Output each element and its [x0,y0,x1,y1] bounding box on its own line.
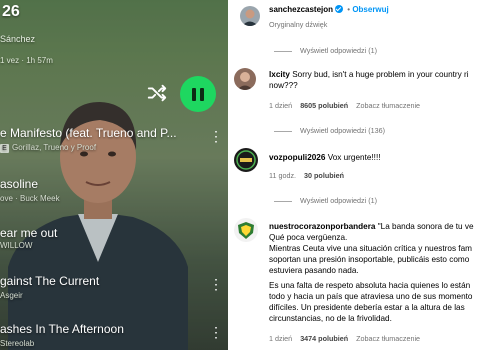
explicit-badge: E [0,144,9,153]
author-username[interactable]: sanchezcastejon [269,5,333,14]
comment-text-line: circunstancias, no de la frivolidad. [269,314,392,323]
track-title: gainst The Current [0,274,100,288]
author-avatar-image [240,6,260,26]
more-options-icon[interactable]: ⋮ [209,128,223,145]
playlist-meta: 1 vez · 1h 57m [0,56,53,65]
view-replies-link[interactable]: Wyświetl odpowiedzi (136) [274,126,385,135]
comment-time: 1 dzień [269,334,293,343]
separator: • [347,5,351,14]
audio-label[interactable]: Oryginalny dźwięk [269,20,327,29]
comment-text-line: Mientras Ceuta vive una situación crític… [269,244,472,253]
video-player[interactable]: 26 Sánchez 1 vez · 1h 57m e Manifesto (f… [0,0,228,350]
comment-text-line: Es una falta de respeto absoluta hacia q… [269,281,471,290]
more-options-icon[interactable]: ⋮ [209,276,223,293]
track-artist: Stereolab [0,339,35,348]
comment-text: nuestrocorazonporbandera "La banda sonor… [269,222,474,231]
follow-button[interactable]: Obserwuj [352,5,388,14]
track-title: asoline [0,177,39,191]
comment-meta: 11 godz. 30 polubień [269,171,344,180]
artist-name: Sánchez [0,34,36,44]
comment-text-line: estuviera pasando nada. [269,266,359,275]
comment-text-line: difíciles. Un presidente debería estar a… [269,303,465,312]
track-title: ear me out [0,226,58,240]
verified-badge-icon [335,5,344,13]
commenter-avatar[interactable] [234,68,256,90]
comment-meta: 1 dzień 8605 polubień Zobacz tłumaczenie [269,101,420,110]
commenter-avatar[interactable] [234,148,258,172]
see-translation-link[interactable]: Zobacz tłumaczenie [356,334,420,343]
video-overlay [0,0,228,350]
comment-likes[interactable]: 3474 polubień [300,334,348,343]
commenter-avatar-image [234,68,256,90]
track-title: e Manifesto (feat. Trueno and P... [0,126,177,140]
track-artist: Gorillaz, Trueno y Proof [12,143,97,152]
commenter-username[interactable]: vozpopuli2026 [269,153,325,162]
comment-text: lxcity Sorry bud, isn't a huge problem i… [269,70,469,79]
comment-time: 1 dzień [269,101,293,110]
shuffle-icon[interactable] [146,82,168,104]
comment-likes[interactable]: 8605 polubień [300,101,348,110]
comments-panel: sanchezcastejon • Obserwuj Oryginalny dź… [228,0,500,350]
commenter-avatar-image [234,218,258,242]
comment-text-line: Qué poca vergüenza. [269,233,348,242]
track-artist: ove · Buck Meek [0,194,60,203]
commenter-username[interactable]: lxcity [269,70,290,79]
comment-likes[interactable]: 30 polubień [304,171,344,180]
pause-icon [192,87,196,101]
commenter-username[interactable]: nuestrocorazonporbandera [269,222,375,231]
time-label: 26 [2,3,20,20]
track-artist: WILLOW [0,241,33,250]
comment-text-line: todo y hacia un país que atraviesa uno d… [269,292,473,301]
comment-text-continued: now??? [269,81,298,90]
commenter-avatar[interactable] [234,218,258,242]
comment-text-line: soportan una presión insoportable, publi… [269,255,470,264]
more-options-icon[interactable]: ⋮ [209,324,223,341]
see-translation-link[interactable]: Zobacz tłumaczenie [356,101,420,110]
track-title: ashes In The Afternoon [0,322,124,336]
commenter-avatar-image [234,148,258,172]
comment-text: vozpopuli2026 Vox urgente!!!! [269,153,381,162]
track-artist: Asgeir [0,291,23,300]
view-replies-link[interactable]: Wyświetl odpowiedzi (1) [274,46,377,55]
view-replies-link[interactable]: Wyświetl odpowiedzi (1) [274,196,377,205]
comment-time: 11 godz. [269,171,297,180]
comment-meta: 1 dzień 3474 polubień Zobacz tłumaczenie [269,334,420,343]
author-avatar[interactable] [240,6,260,26]
pause-button[interactable] [180,76,216,112]
